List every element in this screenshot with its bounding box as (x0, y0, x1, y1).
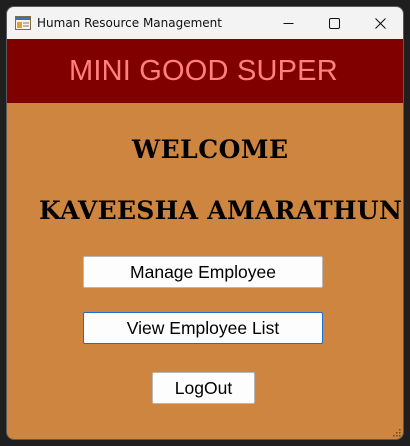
welcome-heading: WELCOME (132, 135, 289, 164)
title-bar[interactable]: Human Resource Management (7, 7, 403, 39)
brand-title: MINI GOOD SUPER (69, 55, 338, 87)
manage-employee-button[interactable]: Manage Employee (83, 256, 323, 288)
resize-grip-icon[interactable] (391, 427, 401, 437)
brand-banner: MINI GOOD SUPER (7, 39, 403, 103)
close-icon (374, 17, 386, 29)
view-employee-list-button[interactable]: View Employee List (83, 312, 323, 344)
app-window-icon (15, 16, 31, 30)
maximize-button[interactable] (311, 7, 357, 39)
maximize-icon (328, 17, 340, 29)
user-name-label: KAVEESHA AMARATHUNGA (39, 196, 404, 225)
logout-button[interactable]: LogOut (152, 372, 255, 404)
minimize-button[interactable] (265, 7, 311, 39)
close-button[interactable] (357, 7, 403, 39)
minimize-icon (283, 22, 293, 24)
window-title: Human Resource Management (37, 16, 222, 30)
app-window: Human Resource Management MINI GOOD SUPE… (6, 6, 404, 440)
